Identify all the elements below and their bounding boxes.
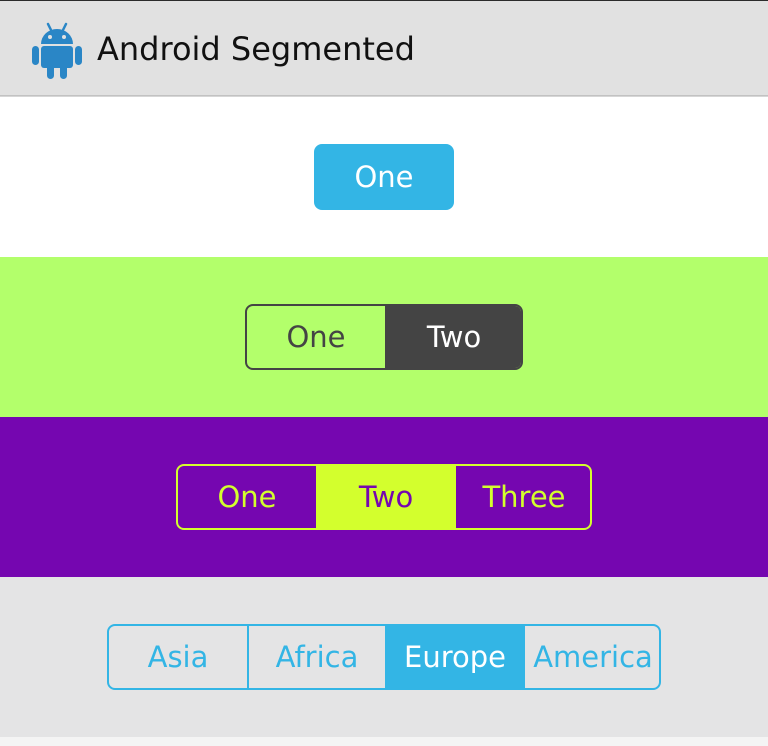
segmented-control-continents: Asia Africa Europe America	[107, 624, 661, 690]
segmented-control-two-options: One Two	[245, 304, 523, 370]
segment-one[interactable]: One	[178, 466, 316, 528]
segment-one[interactable]: One	[247, 306, 385, 368]
segment-america[interactable]: America	[523, 626, 659, 688]
segment-two[interactable]: Two	[316, 466, 454, 528]
segment-europe[interactable]: Europe	[385, 626, 523, 688]
action-bar: Android Segmented	[0, 0, 768, 96]
segment-three[interactable]: Three	[454, 466, 590, 528]
bottom-strip	[0, 737, 768, 746]
segment-asia[interactable]: Asia	[109, 626, 247, 688]
segment-two[interactable]: Two	[385, 306, 521, 368]
segmented-control-one-option: One	[314, 144, 454, 210]
android-robot-icon[interactable]	[31, 20, 83, 80]
segmented-control-three-options: One Two Three	[176, 464, 592, 530]
segment-one[interactable]: One	[314, 144, 454, 210]
app-title: Android Segmented	[97, 30, 415, 68]
segment-africa[interactable]: Africa	[247, 626, 385, 688]
